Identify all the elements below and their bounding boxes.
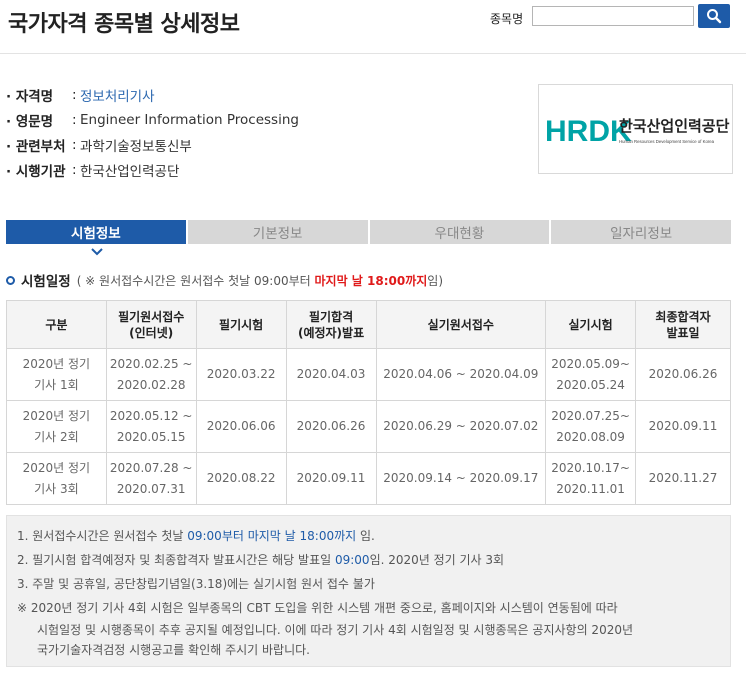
table-cell: 2020.05.12 ~2020.05.15 bbox=[105, 400, 197, 453]
info-sep: : bbox=[72, 86, 77, 103]
column-header: 실기시험 bbox=[545, 300, 637, 349]
notice-line-4: ※ 2020년 정기 기사 4회 시험은 일부종목의 CBT 도입을 위한 시스… bbox=[17, 601, 618, 615]
chevron-down-icon bbox=[91, 248, 103, 256]
notice-line-5: 시험일정 및 시행종목이 추후 공지될 예정입니다. 이에 따라 정기 기사 4… bbox=[37, 623, 634, 637]
notice-box: 1. 원서접수시간은 원서접수 첫날 09:00부터 마지막 날 18:00까지… bbox=[6, 515, 731, 667]
info-sep: : bbox=[72, 111, 77, 128]
table-cell: 2020.06.29 ~ 2020.07.02 bbox=[375, 400, 547, 453]
column-header: 실기원서접수 bbox=[375, 300, 547, 349]
column-header: 최종합격자 발표일 bbox=[635, 300, 731, 349]
info-value: 한국산업인력공단 bbox=[80, 163, 180, 180]
table-header-row: 구분 필기원서접수 (인터넷) 필기시험 필기합격 (예정자)발표 실기원서접수 실… bbox=[6, 300, 731, 349]
info-row-name: · 자격명 : 정보처리기사 bbox=[6, 82, 299, 107]
search-icon bbox=[707, 9, 722, 24]
column-header: 필기합격 (예정자)발표 bbox=[285, 300, 377, 349]
notice-line-3: 3. 주말 및 공휴일, 공단창립기념일(3.18)에는 실기시험 원서 접수 … bbox=[17, 577, 375, 591]
hrdk-logo: HRDK 한국산업인력공단 Human Resources Developmen… bbox=[538, 84, 733, 174]
search-label: 종목명 bbox=[490, 12, 524, 26]
table-cell: 2020.09.14 ~ 2020.09.17 bbox=[375, 452, 547, 505]
hrdk-logo-mark: HRDK 한국산업인력공단 Human Resources Developmen… bbox=[545, 115, 730, 148]
table-cell: 2020.04.03 bbox=[285, 348, 377, 401]
table-row: 2020년 정기 기사 3회 2020.07.28 ~2020.07.31 202… bbox=[6, 452, 731, 505]
table-cell: 2020년 정기 기사 2회 bbox=[6, 400, 107, 453]
search-input[interactable] bbox=[532, 6, 694, 26]
table-cell: 2020.06.06 bbox=[195, 400, 287, 453]
table-cell: 2020.03.22 bbox=[195, 348, 287, 401]
info-row-agency: · 시행기관 : 한국산업인력공단 bbox=[6, 157, 299, 182]
logo-kor-text: 한국산업인력공단 bbox=[619, 117, 730, 135]
column-header: 필기원서접수 (인터넷) bbox=[105, 300, 197, 349]
qualification-info: · 자격명 : 정보처리기사 · 영문명 : Engineer Informat… bbox=[6, 82, 299, 182]
info-row-english: · 영문명 : Engineer Information Processing bbox=[6, 107, 299, 132]
table-cell: 2020.09.11 bbox=[285, 452, 377, 505]
notice-line-6: 국가기술자격검정 시행공고를 확인해 주시기 바랍니다. bbox=[37, 643, 310, 657]
table-row: 2020년 정기 기사 1회 2020.02.25 ~2020.02.28 202… bbox=[6, 348, 731, 401]
qualification-name-link[interactable]: 정보처리기사 bbox=[80, 85, 155, 105]
tab-bar: 시험정보 기본정보 우대현황 일자리정보 bbox=[6, 220, 731, 244]
table-cell: 2020년 정기 기사 3회 bbox=[6, 452, 107, 505]
section-heading: 시험일정 ( ※ 원서접수시간은 원서접수 첫날 09:00부터 마지막 날 1… bbox=[6, 270, 443, 290]
tab-basic-info[interactable]: 기본정보 bbox=[187, 220, 368, 244]
column-header: 필기시험 bbox=[195, 300, 287, 349]
table-cell: 2020.08.22 bbox=[195, 452, 287, 505]
info-value: Engineer Information Processing bbox=[80, 111, 299, 128]
info-key: · 영문명 bbox=[6, 113, 54, 130]
tab-jobs-info[interactable]: 일자리정보 bbox=[551, 220, 731, 244]
info-sep: : bbox=[72, 136, 77, 153]
info-key: · 관련부처 bbox=[6, 138, 66, 155]
tab-exam-info[interactable]: 시험정보 bbox=[6, 220, 186, 244]
notice-line-1: 1. 원서접수시간은 원서접수 첫날 09:00부터 마지막 날 18:00까지… bbox=[17, 529, 375, 543]
table-cell: 2020.10.17~ 2020.11.01 bbox=[545, 452, 637, 505]
table-cell: 2020.02.25 ~2020.02.28 bbox=[105, 348, 197, 401]
section-note: ( ※ 원서접수시간은 원서접수 첫날 09:00부터 마지막 날 18:00까… bbox=[76, 273, 444, 288]
table-cell: 2020.07.25~ 2020.08.09 bbox=[545, 400, 637, 453]
notice-line-2: 2. 필기시험 합격예정자 및 최종합격자 발표시간은 해당 발표일 09:00… bbox=[17, 553, 505, 567]
table-cell: 2020.09.11 bbox=[635, 400, 731, 453]
table-cell: 2020.07.28 ~2020.07.31 bbox=[105, 452, 197, 505]
info-row-ministry: · 관련부처 : 과학기술정보통신부 bbox=[6, 132, 299, 157]
table-row: 2020년 정기 기사 2회 2020.05.12 ~2020.05.15 202… bbox=[6, 400, 731, 453]
info-sep: : bbox=[72, 161, 77, 178]
column-header: 구분 bbox=[6, 300, 107, 349]
table-cell: 2020.06.26 bbox=[635, 348, 731, 401]
exam-schedule-table: 구분 필기원서접수 (인터넷) 필기시험 필기합격 (예정자)발표 실기원서접수 실… bbox=[6, 300, 731, 505]
table-cell: 2020년 정기 기사 1회 bbox=[6, 348, 107, 401]
search-button[interactable] bbox=[698, 4, 730, 28]
section-title: 시험일정 bbox=[21, 274, 71, 290]
table-cell: 2020.05.09~ 2020.05.24 bbox=[545, 348, 637, 401]
info-key: · 자격명 bbox=[6, 88, 54, 105]
bullet-icon bbox=[6, 275, 15, 285]
page-title: 국가자격 종목별 상세정보 bbox=[8, 12, 240, 37]
page-header: 국가자격 종목별 상세정보 종목명 bbox=[0, 0, 746, 54]
logo-eng-text: Human Resources Development Service of K… bbox=[619, 139, 715, 144]
table-cell: 2020.06.26 bbox=[285, 400, 377, 453]
table-cell: 2020.04.06 ~ 2020.04.09 bbox=[375, 348, 547, 401]
table-cell: 2020.11.27 bbox=[635, 452, 731, 505]
info-value: 과학기술정보통신부 bbox=[80, 138, 192, 155]
info-key: · 시행기관 bbox=[6, 163, 66, 180]
tab-preference[interactable]: 우대현황 bbox=[369, 220, 550, 244]
